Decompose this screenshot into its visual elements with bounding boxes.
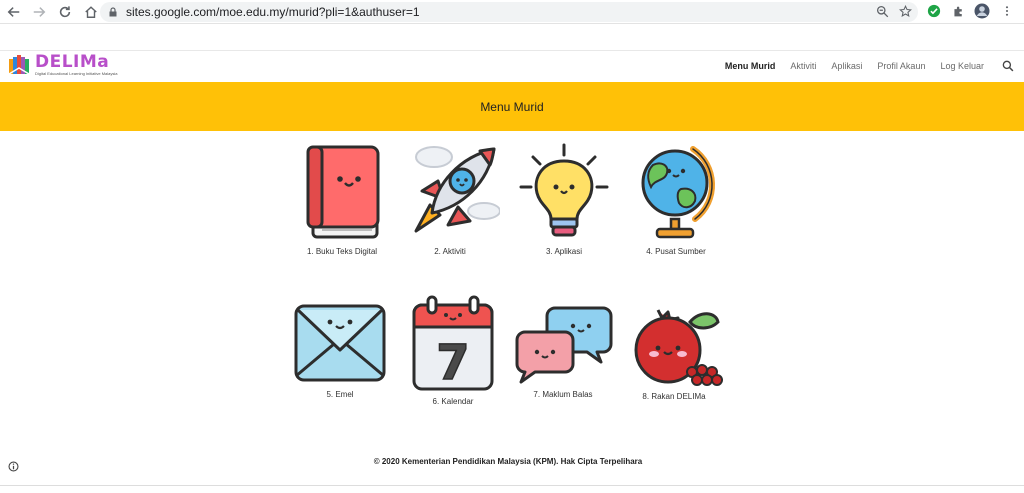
menu-tile-label: 7. Maklum Balas	[533, 390, 593, 399]
lightbulb-icon	[519, 143, 609, 237]
home-icon	[85, 5, 97, 18]
logo-wordmark: DELIMa	[35, 52, 110, 72]
browser-menu-button[interactable]	[999, 3, 1015, 19]
menu-tile-pusat-sumber[interactable]: 4. Pusat Sumber	[621, 143, 731, 256]
menu-tile-kalendar[interactable]: 7 6. Kalendar	[398, 295, 508, 406]
menu-tile-label: 3. Aplikasi	[545, 247, 583, 256]
arrow-right-icon	[33, 6, 46, 17]
calendar-icon: 7	[412, 295, 494, 391]
nav-profil-akaun[interactable]: Profil Akaun	[877, 61, 925, 71]
back-button[interactable]	[5, 3, 23, 21]
rocket-icon	[414, 146, 500, 233]
envelope-icon	[294, 304, 386, 382]
delima-logo[interactable]: DELIMa Digital Educational Learning Init…	[8, 54, 118, 76]
home-button[interactable]	[82, 3, 100, 21]
menu-tile-maklum-balas[interactable]: 7. Maklum Balas	[508, 302, 618, 399]
menu-tile-label: 8. Rakan DELIMa	[642, 392, 706, 401]
menu-tile-aktiviti[interactable]: 2. Aktiviti	[395, 143, 505, 256]
delima-logo-mark-icon	[8, 55, 30, 75]
url-text: sites.google.com/moe.edu.my/murid?pli=1&…	[126, 5, 420, 19]
browser-toolbar: sites.google.com/moe.edu.my/murid?pli=1&…	[0, 0, 1024, 24]
calendar-day-number: 7	[436, 335, 469, 391]
nav-aplikasi[interactable]: Aplikasi	[831, 61, 862, 71]
reload-icon	[59, 5, 71, 17]
extension-check-icon[interactable]	[926, 3, 942, 19]
globe-icon	[641, 146, 715, 239]
page-banner: Menu Murid	[0, 82, 1024, 131]
divider	[0, 485, 1024, 486]
arrow-left-icon	[7, 6, 20, 17]
nav-log-keluar[interactable]: Log Keluar	[940, 61, 984, 71]
menu-tile-label: 6. Kalendar	[432, 397, 474, 406]
forward-button[interactable]	[30, 3, 48, 21]
nav-aktiviti[interactable]: Aktiviti	[790, 61, 816, 71]
reload-button[interactable]	[56, 3, 74, 21]
search-icon[interactable]	[1002, 60, 1014, 72]
lock-icon	[109, 7, 117, 17]
address-bar[interactable]: sites.google.com/moe.edu.my/murid?pli=1&…	[100, 2, 918, 22]
zoom-icon[interactable]	[876, 5, 889, 18]
avatar[interactable]	[974, 3, 990, 19]
more-vertical-icon	[1005, 6, 1009, 16]
menu-tile-label: 1. Buku Teks Digital	[306, 247, 378, 256]
menu-tile-rakan-delima[interactable]: 8. Rakan DELIMa	[619, 300, 729, 401]
pomegranate-icon	[634, 309, 723, 386]
chat-bubbles-icon	[515, 306, 613, 384]
star-icon[interactable]	[899, 5, 912, 18]
menu-tile-aplikasi[interactable]: 3. Aplikasi	[509, 143, 619, 256]
menu-tile-label: 4. Pusat Sumber	[646, 247, 706, 256]
nav-menu-murid[interactable]: Menu Murid	[725, 61, 776, 71]
menu-tile-buku-teks[interactable]: 1. Buku Teks Digital	[287, 143, 397, 256]
menu-tile-label: 5. Emel	[326, 390, 354, 399]
logo-tagline: Digital Educational Learning Initiative …	[35, 71, 118, 76]
footer-copyright: © 2020 Kementerian Pendidikan Malaysia (…	[373, 457, 643, 466]
book-icon	[306, 145, 380, 239]
menu-tile-emel[interactable]: 5. Emel	[285, 300, 395, 399]
menu-tile-label: 2. Aktiviti	[434, 247, 466, 256]
top-navigation: Menu Murid Aktiviti Aplikasi Profil Akau…	[725, 61, 984, 71]
site-header: DELIMa Digital Educational Learning Init…	[0, 50, 1024, 82]
extensions-puzzle-icon[interactable]	[950, 3, 966, 19]
page-title: Menu Murid	[480, 99, 544, 114]
